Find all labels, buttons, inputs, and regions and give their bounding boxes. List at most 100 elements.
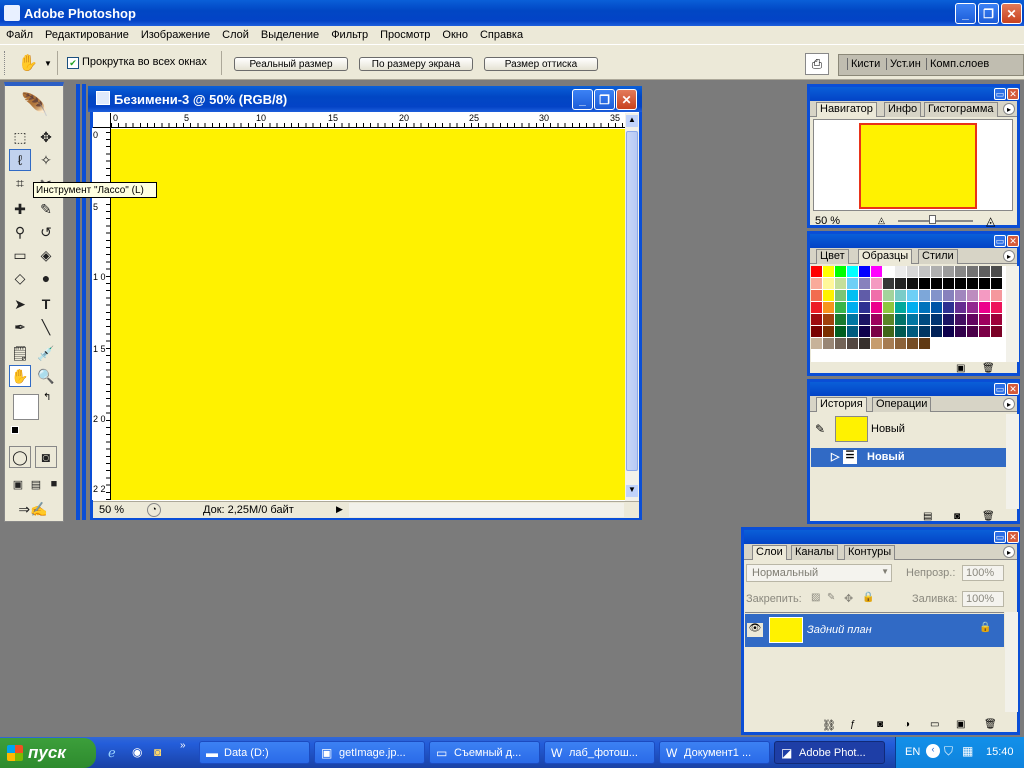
color-swatch[interactable] [811, 302, 822, 313]
color-swatch[interactable] [943, 314, 954, 325]
dodge-tool-icon[interactable]: ● [35, 267, 57, 289]
move-tool-icon[interactable]: ✥ [35, 126, 57, 148]
lock-transparency-icon[interactable]: ▨ [811, 592, 820, 603]
zoom-in-icon[interactable]: ◬ [986, 214, 995, 228]
color-swatch[interactable] [811, 338, 822, 349]
color-swatch[interactable] [979, 302, 990, 313]
navigator-view-box[interactable] [859, 123, 977, 209]
panel-close-button[interactable]: ✕ [1007, 88, 1019, 100]
jump-to-imageready-icon[interactable]: ⇒✍ [9, 498, 57, 520]
color-swatch[interactable] [931, 302, 942, 313]
menu-layer[interactable]: Слой [216, 29, 255, 41]
color-swatch[interactable] [823, 302, 834, 313]
task-removable-disk[interactable]: ▭ Съемный д... [429, 741, 540, 764]
tab-history[interactable]: История [816, 397, 867, 412]
zoom-slider-thumb[interactable] [929, 215, 936, 224]
menu-edit[interactable]: Редактирование [39, 29, 135, 41]
grip-icon[interactable] [4, 51, 7, 75]
quick-mask-mode-icon[interactable]: ◙ [35, 446, 57, 468]
color-swatch[interactable] [895, 314, 906, 325]
snapshot-thumbnail[interactable] [835, 416, 868, 442]
layer-name[interactable]: Задний план [807, 624, 872, 636]
color-swatch[interactable] [859, 266, 870, 277]
color-swatch[interactable] [835, 302, 846, 313]
task-photoshop[interactable]: ◪ Adobe Phot... [774, 741, 885, 764]
task-word-doc1[interactable]: W Документ1 ... [659, 741, 770, 764]
quicklaunch-expand-icon[interactable]: » [180, 740, 186, 751]
panel-minimize-button[interactable]: ▭ [994, 383, 1006, 395]
task-word-lab[interactable]: Wлаб_фотош... [544, 741, 655, 764]
minimize-button[interactable]: _ [955, 3, 976, 24]
start-button[interactable]: пуск [0, 738, 96, 768]
palette-well-tab-layercomps[interactable]: Комп.слоев [926, 58, 989, 70]
color-swatch[interactable] [859, 290, 870, 301]
panel-close-button[interactable]: ✕ [1007, 531, 1019, 543]
new-snapshot-icon[interactable]: ◙ [954, 511, 960, 522]
ruler-origin[interactable] [93, 113, 111, 128]
color-swatch[interactable] [823, 266, 834, 277]
color-swatch[interactable] [931, 290, 942, 301]
color-swatch[interactable] [895, 290, 906, 301]
color-swatch[interactable] [919, 266, 930, 277]
task-getimage[interactable]: ▣ getImage.jp... [314, 741, 425, 764]
new-layer-icon[interactable]: ▣ [956, 719, 965, 730]
color-swatch[interactable] [823, 338, 834, 349]
color-swatch[interactable] [919, 278, 930, 289]
color-swatch[interactable] [967, 290, 978, 301]
color-swatch[interactable] [955, 278, 966, 289]
magic-wand-tool-icon[interactable]: ✧ [35, 149, 57, 171]
color-swatch[interactable] [871, 314, 882, 325]
color-swatch[interactable] [919, 338, 930, 349]
image-canvas[interactable] [111, 129, 625, 500]
tab-channels[interactable]: Каналы [791, 545, 839, 560]
opacity-field[interactable]: 100% [962, 565, 1004, 581]
color-swatch[interactable] [919, 302, 930, 313]
close-button[interactable]: ✕ [1001, 3, 1022, 24]
history-state-row[interactable]: ▷ ☰ Новый [811, 448, 1006, 467]
color-swatch[interactable] [883, 338, 894, 349]
color-swatch[interactable] [895, 326, 906, 337]
color-swatch[interactable] [847, 338, 858, 349]
scroll-all-checkbox[interactable]: ✔ [67, 57, 79, 69]
print-size-button[interactable]: Размер оттиска [484, 57, 598, 71]
color-swatch[interactable] [847, 278, 858, 289]
color-swatch[interactable] [895, 338, 906, 349]
network-icon[interactable]: ▦ [962, 744, 973, 758]
menu-window[interactable]: Окно [436, 29, 474, 41]
color-swatch[interactable] [895, 278, 906, 289]
color-swatch[interactable] [931, 326, 942, 337]
palette-well-tab-presets[interactable]: Уст.ин [886, 58, 921, 70]
color-swatch[interactable] [979, 266, 990, 277]
brush-tool-icon[interactable]: ✎ [35, 198, 57, 220]
color-swatch[interactable] [943, 278, 954, 289]
menu-help[interactable]: Справка [474, 29, 529, 41]
color-swatch[interactable] [967, 326, 978, 337]
history-scrollbar[interactable] [1006, 414, 1019, 509]
lasso-tool-icon[interactable]: ℓ [9, 149, 31, 171]
panel-minimize-button[interactable]: ▭ [994, 235, 1006, 247]
layers-scrollbar[interactable] [1005, 612, 1018, 712]
color-swatch[interactable] [967, 266, 978, 277]
color-swatch[interactable] [967, 314, 978, 325]
color-swatch[interactable] [835, 338, 846, 349]
color-swatch[interactable] [823, 326, 834, 337]
fit-screen-button[interactable]: По размеру экрана [359, 57, 473, 71]
zoom-tool-icon[interactable]: 🔍 [35, 365, 57, 387]
color-swatch[interactable] [835, 326, 846, 337]
tab-paths[interactable]: Контуры [844, 545, 896, 560]
eraser-tool-icon[interactable]: ▭ [9, 244, 31, 266]
blend-mode-select[interactable]: Нормальный ▼ [746, 564, 892, 582]
color-swatch[interactable] [907, 266, 918, 277]
swatches-scrollbar[interactable] [1006, 266, 1019, 362]
navigator-preview[interactable] [813, 119, 1013, 211]
color-swatch[interactable] [919, 290, 930, 301]
color-swatch[interactable] [847, 266, 858, 277]
color-swatch[interactable] [883, 326, 894, 337]
color-swatch[interactable] [931, 314, 942, 325]
tab-navigator[interactable]: Навигатор [816, 102, 877, 117]
color-swatch[interactable] [859, 278, 870, 289]
adjustment-layer-icon[interactable]: ◑ [904, 719, 910, 730]
color-swatch[interactable] [991, 278, 1002, 289]
color-swatch[interactable] [883, 314, 894, 325]
fill-field[interactable]: 100% [962, 591, 1004, 607]
